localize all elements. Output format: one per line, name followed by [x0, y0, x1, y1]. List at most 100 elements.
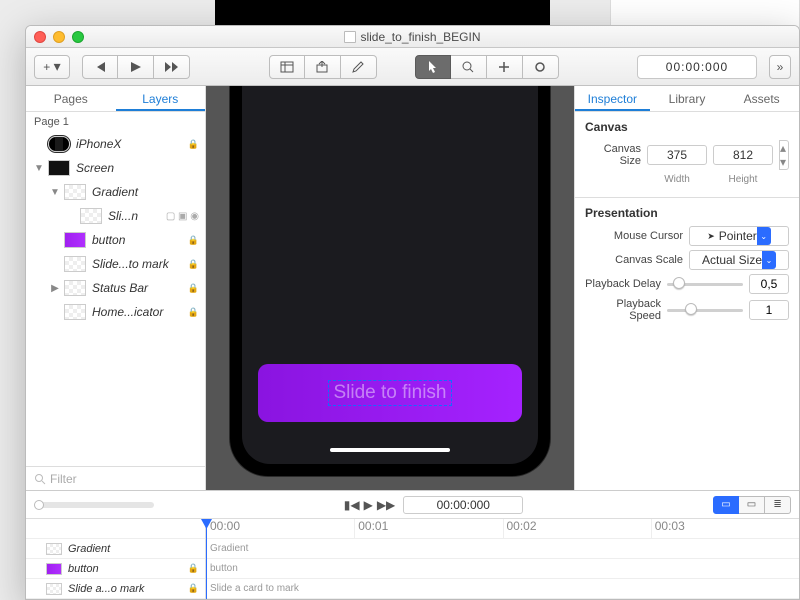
layer-name: Sli...n — [108, 209, 162, 223]
canvas-viewport[interactable]: Slide a card to mark as finish Slide to … — [206, 86, 574, 490]
document-icon — [344, 31, 356, 43]
canvas-scale-label: Canvas Scale — [585, 254, 683, 266]
canvas-width-input[interactable]: 375 — [647, 145, 707, 165]
tab-assets[interactable]: Assets — [724, 86, 799, 111]
lock-icon[interactable]: 🔒 — [188, 283, 199, 294]
timeline-layer-row[interactable]: button🔒 — [26, 559, 205, 579]
page-label: Page 1 — [26, 112, 205, 132]
lock-icon[interactable]: 🔒 — [188, 259, 199, 270]
zoom-window-button[interactable] — [72, 31, 84, 43]
timeline-view-2-button[interactable]: ▭ — [739, 496, 765, 514]
timeline-go-start-button[interactable]: ▮◀ — [344, 498, 360, 512]
timeline-layer-name: Gradient — [68, 543, 205, 555]
record-tool-button[interactable] — [523, 55, 559, 79]
slide-button[interactable]: Slide to finish — [258, 364, 522, 422]
playback-speed-label: Playback Speed — [585, 298, 661, 322]
timeline-layer-row[interactable]: Gradient — [26, 539, 205, 559]
filter-icon — [34, 473, 46, 485]
layer-row[interactable]: ▼Screen — [26, 156, 205, 180]
titlebar[interactable]: slide_to_finish_BEGIN — [26, 26, 799, 48]
layer-thumbnail — [64, 232, 86, 248]
canvas-size-label: Canvas Size — [585, 143, 641, 167]
fast-forward-button[interactable] — [154, 55, 190, 79]
layer-name: iPhoneX — [76, 137, 184, 151]
pan-tool-button[interactable] — [487, 55, 523, 79]
height-sublabel: Height — [713, 174, 773, 185]
layer-thumbnail — [64, 280, 86, 296]
timeline-play-button[interactable]: ▶ — [364, 498, 373, 512]
timeline-view-1-button[interactable]: ▭ — [713, 496, 739, 514]
timeline-track[interactable]: button — [206, 559, 799, 579]
layer-row[interactable]: iPhoneX 🔒 — [26, 132, 205, 156]
minimize-window-button[interactable] — [53, 31, 65, 43]
tab-layers[interactable]: Layers — [116, 86, 206, 111]
size-stepper[interactable]: ▴▾ — [779, 140, 789, 170]
toolbar-overflow-button[interactable]: » — [769, 55, 791, 79]
add-button[interactable]: + ▾ — [34, 55, 70, 79]
app-window: slide_to_finish_BEGIN + ▾ 00:00:000 » — [25, 25, 800, 600]
main-toolbar: + ▾ 00:00:000 » — [26, 48, 799, 86]
layer-row[interactable]: Slide...to mark🔒 — [26, 252, 205, 276]
layer-row[interactable]: button 🔒 — [26, 228, 205, 252]
ruler-tick: 00:03 — [651, 519, 799, 538]
tab-pages[interactable]: Pages — [26, 86, 116, 111]
lock-icon[interactable]: 🔒 — [188, 583, 199, 594]
timeline-panel: ▮◀ ▶ ▶▶ 00:00:000 ▭ ▭ ≣ Gradientbutton🔒S… — [26, 490, 799, 599]
layer-row[interactable]: Home...icator 🔒 — [26, 300, 205, 324]
playback-speed-slider[interactable] — [667, 300, 743, 320]
playback-delay-slider[interactable] — [667, 274, 743, 294]
timeline-layer-name: Slide a...o mark — [68, 583, 182, 595]
canvas-height-input[interactable]: 812 — [713, 145, 773, 165]
layer-name: Home...icator — [92, 305, 184, 319]
section-presentation-title: Presentation — [585, 206, 789, 220]
export-button[interactable] — [305, 55, 341, 79]
disclosure-triangle-icon[interactable]: ▶ — [48, 283, 62, 294]
lock-icon[interactable]: 🔒 — [188, 235, 199, 246]
window-title: slide_to_finish_BEGIN — [26, 30, 799, 44]
layer-thumbnail — [64, 184, 86, 200]
ruler-tick: 00:00 — [206, 519, 354, 538]
ruler-tick: 00:02 — [503, 519, 651, 538]
timeline-ff-button[interactable]: ▶▶ — [377, 498, 395, 512]
playback-speed-value[interactable]: 1 — [749, 300, 789, 320]
layer-name: Status Bar — [92, 281, 184, 295]
pointer-tool-button[interactable] — [415, 55, 451, 79]
lock-icon[interactable]: 🔒 — [188, 139, 199, 150]
chevron-updown-icon: ⌄ — [757, 227, 771, 245]
go-to-start-button[interactable] — [82, 55, 118, 79]
edit-button[interactable] — [341, 55, 377, 79]
close-window-button[interactable] — [34, 31, 46, 43]
width-sublabel: Width — [647, 174, 707, 185]
section-canvas-title: Canvas — [585, 120, 789, 134]
zoom-tool-button[interactable] — [451, 55, 487, 79]
playhead[interactable] — [206, 519, 207, 599]
layer-row[interactable]: ▶ Status Bar 🔒 — [26, 276, 205, 300]
timeline-track[interactable]: Gradient — [206, 539, 799, 559]
slide-button-label: Slide to finish — [328, 380, 451, 406]
layer-name: button — [92, 233, 184, 247]
layer-thumbnail — [46, 563, 62, 575]
artboard-tool-button[interactable] — [269, 55, 305, 79]
tab-inspector[interactable]: Inspector — [575, 86, 650, 111]
timeline-zoom-slider[interactable] — [34, 502, 154, 508]
mouse-cursor-select[interactable]: ➤Pointer⌄ — [689, 226, 789, 246]
timeline-view-3-button[interactable]: ≣ — [765, 496, 791, 514]
layer-name: Gradient — [92, 185, 199, 199]
layer-row[interactable]: ▼ Gradient — [26, 180, 205, 204]
layer-row[interactable]: Sli...n ▢ ▣ ◉ — [26, 204, 205, 228]
tab-library[interactable]: Library — [650, 86, 725, 111]
filter-input[interactable]: Filter — [26, 466, 205, 490]
disclosure-triangle-icon[interactable]: ▼ — [32, 163, 46, 174]
lock-icon[interactable]: 🔒 — [188, 307, 199, 318]
layer-thumbnail — [48, 136, 70, 152]
layer-visibility-icons[interactable]: ▢ ▣ ◉ — [166, 211, 199, 222]
timeline-track[interactable]: Slide a card to mark — [206, 579, 799, 599]
canvas-scale-select[interactable]: Actual Size⌄ — [689, 250, 789, 270]
timeline-time-display: 00:00:000 — [403, 496, 523, 514]
playback-delay-value[interactable]: 0,5 — [749, 274, 789, 294]
play-button[interactable] — [118, 55, 154, 79]
lock-icon[interactable]: 🔒 — [188, 563, 199, 574]
chevron-down-icon: ▾ — [54, 58, 61, 75]
timeline-layer-row[interactable]: Slide a...o mark 🔒 — [26, 579, 205, 599]
disclosure-triangle-icon[interactable]: ▼ — [48, 187, 62, 198]
